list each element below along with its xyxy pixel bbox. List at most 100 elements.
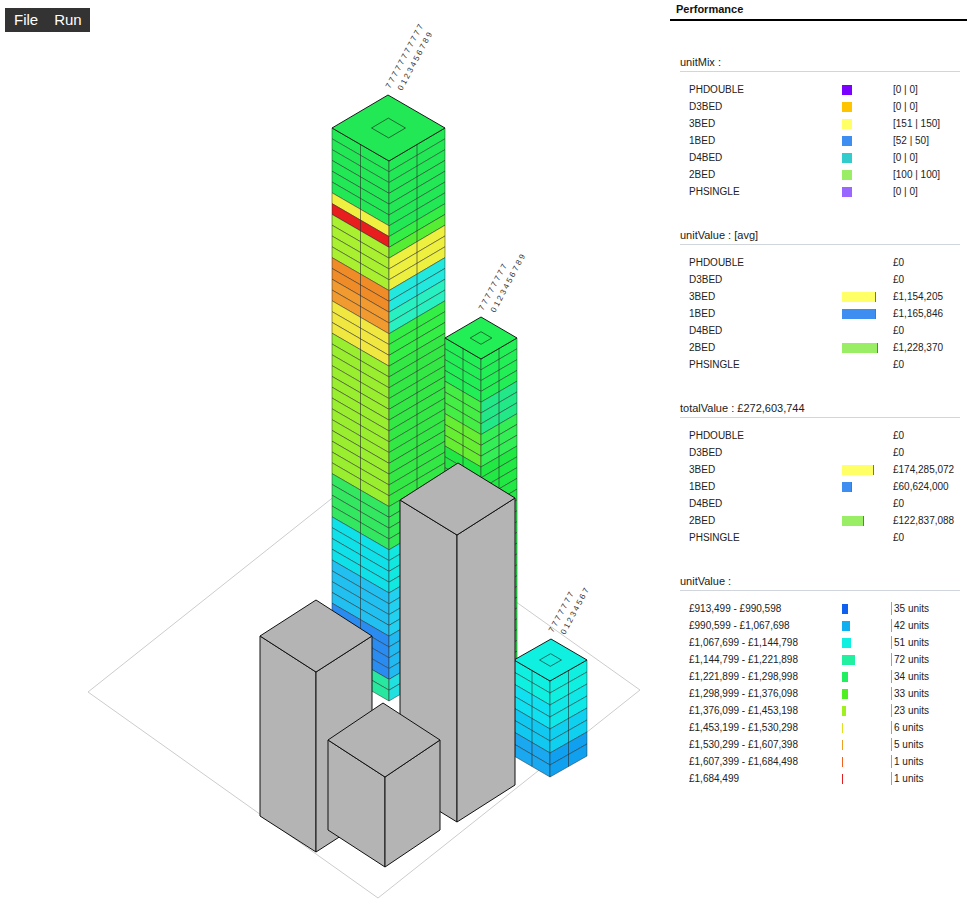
row-value: £0 xyxy=(891,429,960,442)
row-value: £60,624,000 xyxy=(891,480,960,493)
row-value: [151 | 150] xyxy=(891,117,960,130)
row-value: 51 units xyxy=(891,636,960,649)
color-swatch xyxy=(842,85,852,95)
row-value: £122,837,088 xyxy=(891,514,960,527)
panel-row: PHSINGLE [0 | 0] xyxy=(689,183,960,200)
row-value: [0 | 0] xyxy=(891,83,960,96)
row-value: 1 units xyxy=(891,772,960,785)
value-bar xyxy=(842,309,876,319)
color-swatch xyxy=(842,187,852,197)
row-label: D4BED xyxy=(689,150,842,165)
row-label: £1,221,899 - £1,298,998 xyxy=(689,669,842,684)
row-value: £0 xyxy=(891,446,960,459)
tower-roof xyxy=(514,639,587,681)
row-value: £174,285,072 xyxy=(891,463,960,476)
section-title: unitValue : xyxy=(680,574,960,591)
row-value: [52 | 50] xyxy=(891,134,960,147)
row-value: 6 units xyxy=(891,721,960,734)
tower-floor xyxy=(514,744,587,777)
row-value: £1,154,205 xyxy=(891,290,960,303)
panel-row: £1,453,199 - £1,530,298 6 units xyxy=(689,719,960,736)
panel-row: £1,684,499 1 units xyxy=(689,770,960,787)
row-label: D3BED xyxy=(689,99,842,114)
row-value: [0 | 0] xyxy=(891,185,960,198)
row-label: PHSINGLE xyxy=(689,530,842,545)
floor-label: 0 1 2 3 4 5 6 7 8 9 xyxy=(489,252,527,314)
row-value: 35 units xyxy=(891,602,960,615)
row-label: £1,684,499 xyxy=(689,771,842,786)
histogram-bar xyxy=(842,604,848,614)
menu-bar: File Run xyxy=(5,8,90,32)
histogram-bar xyxy=(842,621,850,631)
performance-panel: PerformanceunitMix :PHDOUBLE[0 | 0]D3BED… xyxy=(670,0,967,905)
panel-row: PHSINGLE £0 xyxy=(689,356,960,373)
panel-row: £1,376,099 - £1,453,198 23 units xyxy=(689,702,960,719)
model-canvas[interactable]: 7 7 7 7 7 7 7 7 7 7 70 1 2 3 4 5 6 7 8 9… xyxy=(0,0,670,905)
row-value: £0 xyxy=(891,497,960,510)
row-label: 3BED xyxy=(689,289,842,304)
panel-section: unitValue : [avg]PHDOUBLE£0D3BED£03BED£1… xyxy=(680,228,960,373)
row-label: 2BED xyxy=(689,513,842,528)
color-swatch xyxy=(842,170,852,180)
row-label: £1,067,699 - £1,144,798 xyxy=(689,635,842,650)
row-label: D4BED xyxy=(689,496,842,511)
panel-row: PHDOUBLE£0 xyxy=(689,254,960,271)
row-label: 1BED xyxy=(689,479,842,494)
context-building xyxy=(328,703,440,867)
panel-row: 2BED[100 | 100] xyxy=(689,166,960,183)
histogram-bar xyxy=(842,655,855,665)
tower-roof xyxy=(445,317,517,359)
value-bar xyxy=(842,516,864,526)
row-value: 5 units xyxy=(891,738,960,751)
row-label: £1,453,199 - £1,530,298 xyxy=(689,720,842,735)
section-title: unitMix : xyxy=(680,55,960,72)
histogram-bar xyxy=(842,740,843,750)
row-value: 23 units xyxy=(891,704,960,717)
row-label: 3BED xyxy=(689,462,842,477)
panel-row: 3BED [151 | 150] xyxy=(689,115,960,132)
color-swatch xyxy=(842,136,852,146)
panel-row: £1,144,799 - £1,221,89872 units xyxy=(689,651,960,668)
row-label: PHDOUBLE xyxy=(689,255,842,270)
section-title: totalValue : £272,603,744 xyxy=(680,401,960,418)
panel-row: D4BED£0 xyxy=(689,322,960,339)
menu-item[interactable]: File xyxy=(14,10,38,30)
ground-plane xyxy=(88,484,640,898)
row-value: 34 units xyxy=(891,670,960,683)
panel-section: unitMix :PHDOUBLE[0 | 0]D3BED[0 | 0]3BED… xyxy=(680,55,960,200)
row-value: 72 units xyxy=(891,653,960,666)
row-value: £1,165,846 xyxy=(891,307,960,320)
panel-row: £1,530,299 - £1,607,3985 units xyxy=(689,736,960,753)
row-label: PHDOUBLE xyxy=(689,428,842,443)
row-label: 2BED xyxy=(689,167,842,182)
row-value: £0 xyxy=(891,358,960,371)
panel-row: 2BED £122,837,088 xyxy=(689,512,960,529)
histogram-bar xyxy=(842,706,846,716)
row-label: 2BED xyxy=(689,340,842,355)
row-label: PHSINGLE xyxy=(689,357,842,372)
tower-roof xyxy=(332,95,445,161)
panel-row: £1,221,899 - £1,298,998 34 units xyxy=(689,668,960,685)
menu-item[interactable]: Run xyxy=(54,10,82,30)
row-value: 1 units xyxy=(891,755,960,768)
histogram-bar xyxy=(842,638,851,648)
histogram-bar xyxy=(842,723,843,733)
value-bar xyxy=(842,343,878,353)
row-value: £0 xyxy=(891,273,960,286)
row-label: 3BED xyxy=(689,116,842,131)
floor-label: 0 1 2 3 4 5 6 7 8 9 xyxy=(396,30,434,92)
value-bar xyxy=(842,482,852,492)
panel-row: 1BED[52 | 50] xyxy=(689,132,960,149)
panel-row: £1,298,999 - £1,376,09833 units xyxy=(689,685,960,702)
row-label: PHSINGLE xyxy=(689,184,842,199)
panel-row: PHDOUBLE[0 | 0] xyxy=(689,81,960,98)
row-label: 1BED xyxy=(689,306,842,321)
panel-header: Performance xyxy=(670,0,967,21)
panel-row: D4BED[0 | 0] xyxy=(689,149,960,166)
row-label: £1,376,099 - £1,453,198 xyxy=(689,703,842,718)
panel-row: 3BED £1,154,205 xyxy=(689,288,960,305)
panel-row: 1BED £60,624,000 xyxy=(689,478,960,495)
panel-row: PHSINGLE£0 xyxy=(689,529,960,546)
panel-row: D3BED[0 | 0] xyxy=(689,98,960,115)
histogram-bar xyxy=(842,689,848,699)
